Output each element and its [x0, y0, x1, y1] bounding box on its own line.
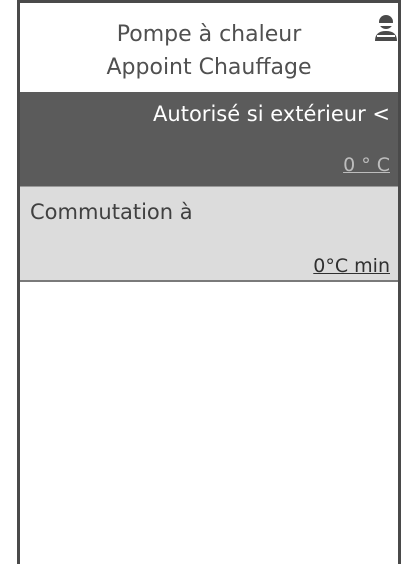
- page-title-line2: Appoint Chauffage: [106, 55, 312, 80]
- screen-frame: Pompe à chaleur Appoint Chauffage Autori…: [17, 0, 401, 564]
- setting-label: Autorisé si extérieur <: [153, 102, 390, 126]
- setting-row-authorized-outside[interactable]: Autorisé si extérieur < 0 ° C: [20, 92, 398, 186]
- setting-label: Commutation à: [30, 200, 193, 224]
- setting-row-switchover[interactable]: Commutation à 0°C min: [20, 186, 398, 282]
- setting-value[interactable]: 0°C min: [313, 255, 390, 277]
- setting-value[interactable]: 0 ° C: [343, 154, 390, 176]
- page-title-line1: Pompe à chaleur: [116, 22, 302, 47]
- user-icon[interactable]: [373, 13, 399, 49]
- header: Pompe à chaleur Appoint Chauffage: [20, 3, 398, 92]
